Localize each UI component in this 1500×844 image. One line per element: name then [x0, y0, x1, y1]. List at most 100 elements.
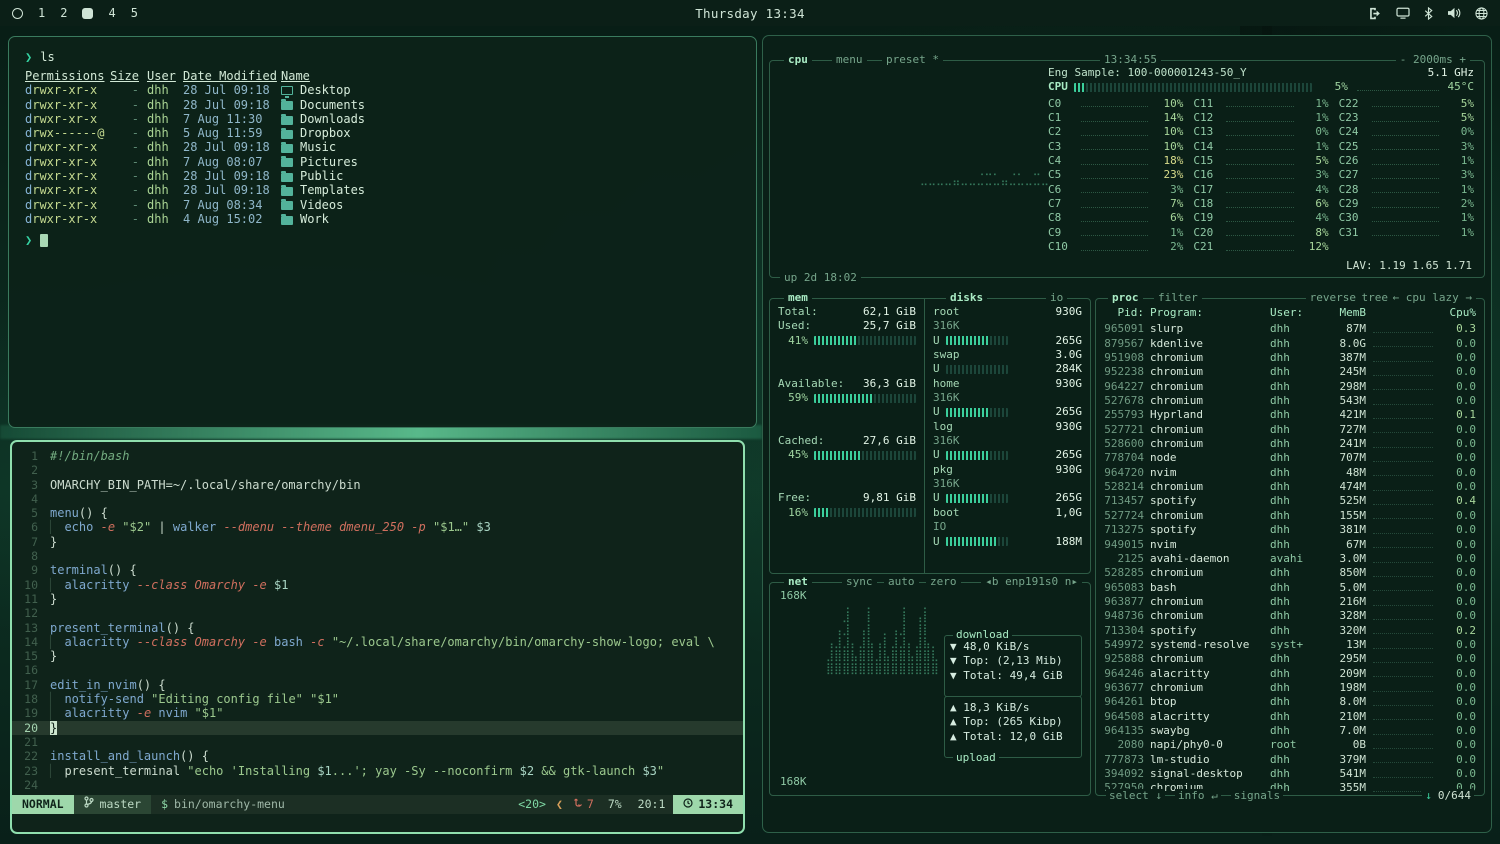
- proc-footer-action[interactable]: signals: [1231, 789, 1283, 803]
- proc-row[interactable]: 925888chromiumdhh295M0.0: [1104, 652, 1476, 666]
- proc-row[interactable]: 951908chromiumdhh387M0.0: [1104, 351, 1476, 365]
- reverse-toggle[interactable]: reverse: [1306, 291, 1360, 305]
- col-header-user[interactable]: User:: [1270, 306, 1322, 320]
- disk-io-value: 316K: [933, 477, 1082, 491]
- proc-row[interactable]: 949015nvimdhh67M0.0: [1104, 538, 1476, 552]
- filter-button[interactable]: filter: [1154, 291, 1202, 305]
- proc-row[interactable]: 713457spotifydhh525M0.4: [1104, 494, 1476, 508]
- proc-footer-action[interactable]: info ↵: [1175, 789, 1221, 803]
- bluetooth-icon[interactable]: [1424, 7, 1433, 20]
- interface-switcher[interactable]: ◂b enp191s0 n▸: [981, 575, 1082, 589]
- network-icon[interactable]: [1475, 7, 1488, 20]
- proc-box-title[interactable]: proc: [1108, 291, 1143, 305]
- net-upload-stat: ▲ 18,3 KiB/s: [950, 701, 1076, 715]
- top-bar: 1 2 4 5 Thursday 13:34: [0, 0, 1500, 26]
- permissions-cell: drwxr-xr-x: [25, 112, 105, 126]
- proc-row[interactable]: 777873lm-studiodhh379M0.0: [1104, 753, 1476, 767]
- proc-row[interactable]: 964720nvimdhh48M0.0: [1104, 466, 1476, 480]
- disks-box-title[interactable]: disks: [946, 291, 987, 305]
- clock[interactable]: Thursday 13:34: [252, 6, 1248, 21]
- sort-mode-selector[interactable]: ← cpu lazy →: [1389, 291, 1476, 305]
- zero-toggle[interactable]: zero: [926, 575, 961, 589]
- proc-row[interactable]: 549972systemd-resolvesyst+13M0.0: [1104, 638, 1476, 652]
- proc-row[interactable]: 527721chromiumdhh727M0.0: [1104, 423, 1476, 437]
- proc-row[interactable]: 964227chromiumdhh298M0.0: [1104, 380, 1476, 394]
- preset-button[interactable]: preset *: [882, 53, 943, 67]
- proc-row[interactable]: 2080napi/phy0-0root0B0.0: [1104, 738, 1476, 752]
- io-toggle[interactable]: io: [1046, 291, 1067, 305]
- proc-row[interactable]: 964246alacrittydhh209M0.0: [1104, 667, 1476, 681]
- command-line[interactable]: [12, 814, 743, 832]
- user-cell: dhh: [139, 183, 183, 197]
- col-header-pid[interactable]: Pid:: [1104, 306, 1150, 320]
- used-label: U: [933, 448, 940, 462]
- col-header-program[interactable]: Program:: [1150, 306, 1270, 320]
- cpu-box-title[interactable]: cpu: [784, 53, 812, 67]
- net-box-title[interactable]: net: [784, 575, 812, 589]
- prompt-line[interactable]: ❯: [25, 232, 740, 248]
- proc-row[interactable]: 527724chromiumdhh155M0.0: [1104, 509, 1476, 523]
- git-branch: master: [74, 795, 152, 814]
- proc-row[interactable]: 528214chromiumdhh474M0.0: [1104, 480, 1476, 494]
- volume-icon[interactable]: [1447, 7, 1461, 19]
- folder-icon: [281, 130, 293, 139]
- proc-row[interactable]: 2125avahi-daemonavahi3.0M0.0: [1104, 552, 1476, 566]
- proc-row[interactable]: 528285chromiumdhh850M0.0: [1104, 566, 1476, 580]
- col-header-cpu[interactable]: Cpu%: [1440, 306, 1476, 320]
- auto-toggle[interactable]: auto: [884, 575, 919, 589]
- proc-row[interactable]: 255793Hyprlanddhh421M0.1: [1104, 408, 1476, 422]
- proc-row[interactable]: 964261btopdhh8.0M0.0: [1104, 695, 1476, 709]
- tree-toggle[interactable]: tree: [1358, 291, 1393, 305]
- line-number: 15: [12, 649, 50, 663]
- menu-button[interactable]: menu: [832, 53, 867, 67]
- btop-window: cpu menu preset * 13:34:55 - 2000ms + ⠀⠀…: [762, 35, 1492, 833]
- disk-used-meter: [946, 408, 1008, 417]
- disk-used-meter: [946, 537, 1008, 546]
- cpu-core: C253%: [1339, 140, 1474, 154]
- omarchy-menu-icon[interactable]: [12, 8, 23, 19]
- proc-row[interactable]: 778704nodedhh707M0.0: [1104, 451, 1476, 465]
- proc-row[interactable]: 964135swaybgdhh7.0M0.0: [1104, 724, 1476, 738]
- proc-row[interactable]: 713275spotifydhh381M0.0: [1104, 523, 1476, 537]
- workspace-5[interactable]: 5: [131, 6, 138, 20]
- workspace-1[interactable]: 1: [38, 6, 45, 20]
- scroll-down-icon[interactable]: ↓: [1425, 789, 1432, 803]
- permissions-cell: drwxr-xr-x: [25, 198, 105, 212]
- proc-row[interactable]: 965083bashdhh5.0M0.0: [1104, 581, 1476, 595]
- col-header-permissions: Permissions: [25, 69, 105, 83]
- proc-row[interactable]: 965091slurpdhh87M0.3: [1104, 322, 1476, 336]
- workspace-3-active[interactable]: [82, 8, 93, 19]
- proc-row[interactable]: 527678chromiumdhh543M0.0: [1104, 394, 1476, 408]
- cpu-core: C91%: [1048, 226, 1183, 240]
- proc-row[interactable]: 952238chromiumdhh245M0.0: [1104, 365, 1476, 379]
- mem-box-title[interactable]: mem: [784, 291, 812, 305]
- mem-percent: 41%: [778, 334, 808, 348]
- proc-row[interactable]: 879567kdenlivedhh8.0G0.0: [1104, 337, 1476, 351]
- proc-row[interactable]: 394092signal-desktopdhh541M0.0: [1104, 767, 1476, 781]
- proc-count-value: 0/644: [1438, 789, 1471, 803]
- ls-row: drwxr-xr-x-dhh28 Jul 09:18Documents: [25, 98, 740, 112]
- proc-row[interactable]: 948736chromiumdhh328M0.0: [1104, 609, 1476, 623]
- disk-io-value: 316K: [933, 391, 1082, 405]
- proc-row[interactable]: 528600chromiumdhh241M0.0: [1104, 437, 1476, 451]
- workspace-2[interactable]: 2: [60, 6, 67, 20]
- workspace-4[interactable]: 4: [108, 6, 115, 20]
- display-icon[interactable]: [1396, 7, 1410, 19]
- col-header-date-modified: Date Modified: [183, 69, 281, 83]
- proc-row[interactable]: 713304spotifydhh320M0.2: [1104, 624, 1476, 638]
- name-cell: Downloads: [281, 112, 740, 126]
- logout-icon[interactable]: [1368, 7, 1382, 20]
- proc-footer-action[interactable]: select ↓: [1106, 789, 1165, 803]
- proc-row[interactable]: 963877chromiumdhh216M0.0: [1104, 595, 1476, 609]
- folder-icon: [281, 101, 293, 110]
- proc-row[interactable]: 964508alacrittydhh210M0.0: [1104, 710, 1476, 724]
- date-cell: 28 Jul 09:18: [183, 98, 281, 112]
- prompt-line: ❯ ls: [25, 49, 740, 65]
- proc-row[interactable]: 963677chromiumdhh198M0.0: [1104, 681, 1476, 695]
- permissions-cell: drwxr-xr-x: [25, 169, 105, 183]
- line-number: 18: [12, 692, 50, 706]
- col-header-memb[interactable]: MemB: [1322, 306, 1366, 320]
- update-interval-control[interactable]: - 2000ms +: [1396, 53, 1470, 67]
- sync-toggle[interactable]: sync: [842, 575, 877, 589]
- code-area[interactable]: 1#!/bin/bash23OMARCHY_BIN_PATH=~/.local/…: [12, 442, 743, 795]
